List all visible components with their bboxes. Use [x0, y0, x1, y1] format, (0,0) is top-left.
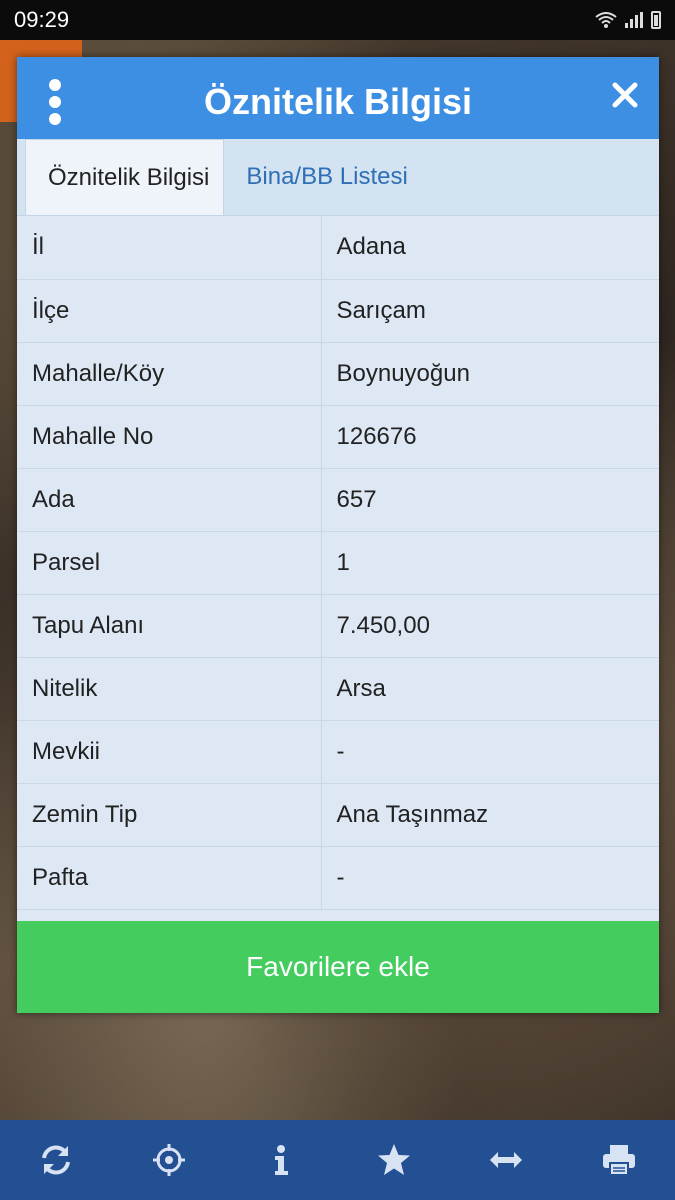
row-key: Zemin Tip: [17, 783, 322, 847]
battery-icon: [651, 11, 661, 29]
print-button[interactable]: [589, 1130, 649, 1190]
table-row: Zemin Tip Ana Taşınmaz: [17, 783, 659, 847]
row-value: 1: [321, 531, 659, 595]
row-key: Tapu Alanı: [17, 594, 322, 658]
status-bar: 09:29: [0, 0, 675, 40]
row-value: -: [321, 846, 659, 910]
row-value: -: [321, 720, 659, 784]
row-value: 7.450,00: [321, 594, 659, 658]
tab-building-list[interactable]: Bina/BB Listesi: [224, 139, 421, 215]
refresh-icon: [42, 1145, 71, 1175]
row-value: Adana: [321, 216, 659, 280]
refresh-button[interactable]: [26, 1130, 86, 1190]
table-row: Parsel 1: [17, 531, 659, 595]
table-row: Mevkii -: [17, 720, 659, 784]
tab-attribute-info[interactable]: Öznitelik Bilgisi: [25, 139, 225, 215]
row-key: Ada: [17, 468, 322, 532]
table-row: Ada 657: [17, 468, 659, 532]
measure-icon: [490, 1152, 523, 1168]
table-row: Mahalle No 126676: [17, 405, 659, 469]
row-key: Parsel: [17, 531, 322, 595]
locate-button[interactable]: [139, 1130, 199, 1190]
info-button[interactable]: [251, 1130, 311, 1190]
more-menu-icon[interactable]: [49, 79, 61, 125]
table-row: İlçe Sarıçam: [17, 279, 659, 343]
row-key: Mahalle/Köy: [17, 342, 322, 406]
close-icon[interactable]: [611, 81, 639, 109]
add-favorite-button[interactable]: Favorilere ekle: [17, 921, 659, 1013]
attribute-table: İl Adana İlçe Sarıçam Mahalle/Köy Boynuy…: [17, 216, 659, 910]
row-key: Nitelik: [17, 657, 322, 721]
table-row: İl Adana: [17, 216, 659, 280]
table-row: Nitelik Arsa: [17, 657, 659, 721]
row-value: 657: [321, 468, 659, 532]
row-key: Mevkii: [17, 720, 322, 784]
table-row: Pafta -: [17, 846, 659, 910]
dialog-title: Öznitelik Bilgisi: [203, 81, 473, 122]
row-key: Pafta: [17, 846, 322, 910]
info-icon: [275, 1145, 289, 1175]
row-value: 126676: [321, 405, 659, 469]
locate-icon: [152, 1144, 185, 1176]
table-row: Mahalle/Köy Boynuyoğun: [17, 342, 659, 406]
row-value: Ana Taşınmaz: [321, 783, 659, 847]
status-time: 09:29: [14, 7, 70, 32]
print-icon: [602, 1145, 635, 1176]
status-icons: [595, 11, 661, 29]
star-icon: [377, 1144, 410, 1175]
wifi-icon: [595, 12, 617, 28]
table-row: Tapu Alanı 7.450,00: [17, 594, 659, 658]
row-value: Boynuyoğun: [321, 342, 659, 406]
signal-icon: [625, 12, 643, 28]
attribute-dialog: Öznitelik Bilgisi Öznitelik Bilgisi Bina…: [17, 57, 659, 1013]
dialog-header: Öznitelik Bilgisi: [17, 57, 659, 139]
row-key: İl: [17, 216, 322, 280]
row-value: Sarıçam: [321, 279, 659, 343]
bottom-toolbar: [0, 1120, 675, 1200]
favorites-button[interactable]: [364, 1130, 424, 1190]
row-value: Arsa: [321, 657, 659, 721]
measure-button[interactable]: [476, 1130, 536, 1190]
tab-bar: Öznitelik Bilgisi Bina/BB Listesi: [17, 139, 659, 216]
row-key: Mahalle No: [17, 405, 322, 469]
row-key: İlçe: [17, 279, 322, 343]
